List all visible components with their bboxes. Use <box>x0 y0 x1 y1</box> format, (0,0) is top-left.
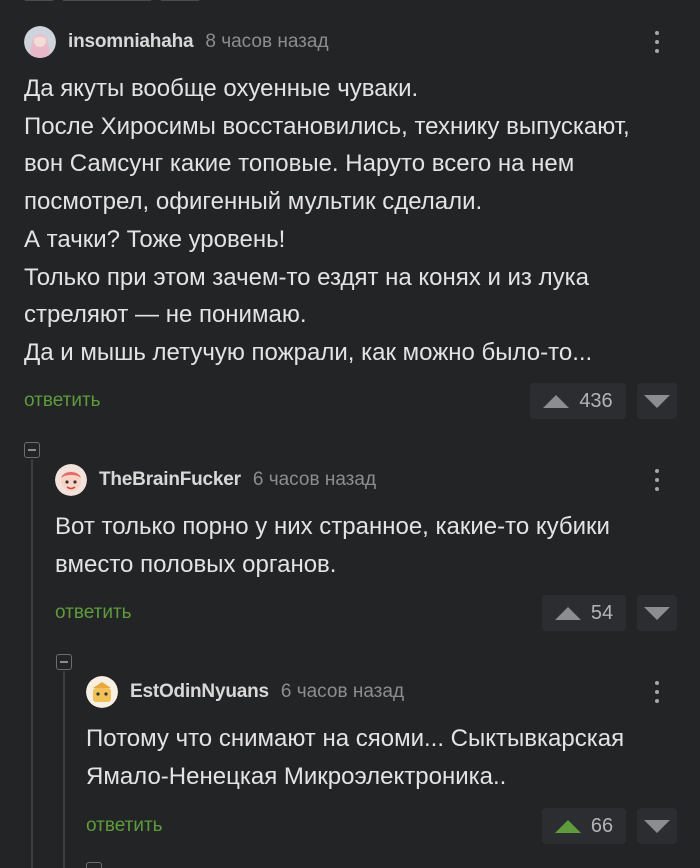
comment-line: А тачки? Тоже уровень! <box>24 225 286 253</box>
comment-line: Да якуты вообще охуенные чуваки. <box>24 75 419 102</box>
comment-line: Вот только порно у них странное, какие-т… <box>55 513 610 540</box>
timestamp: 6 часов назад <box>280 681 405 702</box>
upvote-icon <box>543 394 570 408</box>
upvote-button[interactable]: 54 <box>542 595 626 631</box>
collapse-thread-icon[interactable] <box>86 862 102 868</box>
comment-header: EstOdinNyuans 6 часов назад <box>86 676 405 708</box>
downvote-button[interactable] <box>637 595 677 631</box>
comment-line: стреляют — не понимаю. <box>24 301 307 329</box>
avatar[interactable] <box>24 26 56 58</box>
comment-line: Только при этом зачем-то ездят на конях … <box>24 263 589 291</box>
downvote-icon <box>644 394 670 408</box>
timestamp: 8 часов назад <box>205 31 329 52</box>
reply-link[interactable]: ответить <box>86 815 163 837</box>
upvote-icon <box>554 819 581 833</box>
reply-link[interactable]: ответить <box>24 390 101 412</box>
avatar[interactable] <box>86 676 118 708</box>
upvote-button[interactable]: 436 <box>530 383 626 419</box>
more-options-icon[interactable] <box>642 675 672 709</box>
comment-line: Да и мышь летучую пожрали, как можно был… <box>24 338 593 366</box>
comment-line: посмотрел, офигенный мультик сделали. <box>24 188 483 216</box>
rating-count: 66 <box>590 814 614 837</box>
downvote-button[interactable] <box>637 383 677 419</box>
comment-line: Ямало-Ненецкая Микроэлектроника.. <box>86 762 507 790</box>
comments-page: insomniahaha 8 часов назад Да якуты вооб… <box>0 0 700 868</box>
comment-line: вместо половых органов. <box>55 550 337 578</box>
more-options-icon[interactable] <box>642 25 672 59</box>
downvote-icon <box>644 819 670 833</box>
username[interactable]: EstOdinNyuans <box>130 681 269 703</box>
comment-header: TheBrainFucker 6 часов назад <box>55 464 377 496</box>
username[interactable]: TheBrainFucker <box>99 469 241 491</box>
reply-link[interactable]: ответить <box>55 602 132 624</box>
downvote-button[interactable] <box>637 808 677 844</box>
comment-header: insomniahaha 8 часов назад <box>24 26 329 58</box>
comment: TheBrainFucker 6 часов назад Вот только … <box>0 440 700 650</box>
comment-line: Потому что снимают на сяоми... Сыктывкар… <box>86 725 625 752</box>
username[interactable]: insomniahaha <box>68 31 194 53</box>
comment: EstOdinNyuans 6 часов назад Потому что с… <box>0 652 700 868</box>
rating-count: 54 <box>590 601 614 624</box>
upvote-button[interactable]: 66 <box>542 808 626 844</box>
timestamp: 6 часов назад <box>252 469 377 490</box>
rating-count: 436 <box>579 389 613 412</box>
comment-line: вон Самсунг какие топовые. Наруто всего … <box>24 150 575 178</box>
comment: insomniahaha 8 часов назад Да якуты вооб… <box>0 0 700 430</box>
comment-body: Потому что снимают на сяоми... Сыктывкар… <box>86 720 624 795</box>
comment-body: Да якуты вообще охуенные чуваки. После Х… <box>24 70 630 372</box>
more-options-icon[interactable] <box>642 463 672 497</box>
upvote-icon <box>554 606 581 620</box>
comment-body: Вот только порно у них странное, какие-т… <box>55 508 610 583</box>
downvote-icon <box>644 606 670 620</box>
avatar[interactable] <box>55 464 87 496</box>
comment-line: После Хиросимы восстановились, технику в… <box>24 112 630 140</box>
